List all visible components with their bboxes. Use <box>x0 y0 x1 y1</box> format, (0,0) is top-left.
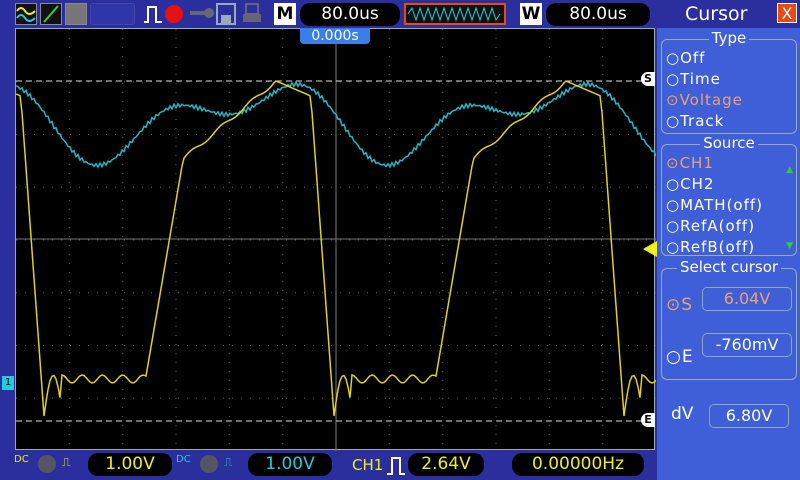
radio-icon: ⊙ <box>666 91 680 109</box>
close-button[interactable]: X <box>777 3 797 23</box>
scroll-up-icon[interactable]: ▲ <box>786 165 793 175</box>
type-option-off[interactable]: ○Off <box>662 48 796 69</box>
waveform-display[interactable] <box>15 28 657 451</box>
cursor-e-option[interactable]: ○E <box>662 347 694 368</box>
source-group: Source ⊙CH1 ○CH2 ○MATH(off) ○RefA(off) ○RefB… <box>661 134 797 258</box>
source-option-refboff[interactable]: ○RefB(off) <box>662 237 796 258</box>
timebase-label: M <box>274 3 296 25</box>
trigger-rising-icon <box>387 457 405 475</box>
trigger-level[interactable]: 2.64V <box>408 453 484 476</box>
source-label: Source <box>700 134 758 152</box>
frequency-readout: 0.00000Hz <box>512 453 644 476</box>
option-label: MATH(off) <box>680 196 764 214</box>
delta-label: dV <box>671 404 694 424</box>
radio-icon: ○ <box>666 70 681 88</box>
cursor-s-value[interactable]: 6.04V <box>702 287 792 311</box>
type-option-track[interactable]: ○Track <box>662 111 796 132</box>
window-value[interactable]: 80.0us <box>546 3 650 26</box>
cursor-e-marker[interactable]: E <box>641 413 655 427</box>
trigger-position[interactable]: 0.000s <box>300 28 370 44</box>
channel-waves-icon[interactable] <box>15 3 37 25</box>
option-label: CH1 <box>679 154 714 172</box>
trigger-source[interactable]: CH1 <box>352 456 383 474</box>
radio-icon: ○ <box>666 175 681 193</box>
record-icon[interactable] <box>165 5 183 23</box>
type-group: Type ○Off ○Time ⊙Voltage ○Track <box>661 29 797 134</box>
option-label: Voltage <box>679 91 743 109</box>
save-icon[interactable] <box>216 3 236 25</box>
ch2-wave-icon[interactable]: ⎍ <box>224 455 232 470</box>
math-line-icon[interactable] <box>40 3 62 25</box>
cursor-s-option[interactable]: ⊙S <box>662 295 693 316</box>
radio-icon: ○ <box>666 238 681 256</box>
trigger-level-marker[interactable] <box>643 241 657 257</box>
type-label: Type <box>708 29 750 47</box>
option-label: CH2 <box>680 175 715 193</box>
trigger-edge-icon[interactable] <box>142 4 164 24</box>
window-label: W <box>520 3 542 25</box>
option-label: Off <box>680 49 706 67</box>
radio-icon: ○ <box>666 49 681 67</box>
source-option-ch1[interactable]: ⊙CH1 <box>662 153 796 174</box>
select-cursor-label: Select cursor <box>676 258 782 276</box>
option-label: RefA(off) <box>680 217 756 235</box>
ch1-wave-icon[interactable]: ⎍ <box>62 455 70 470</box>
cursor-s-marker[interactable]: S <box>641 72 655 86</box>
option-label: Track <box>680 112 725 130</box>
cursor-e-value[interactable]: -760mV <box>702 333 792 357</box>
select-cursor-group: Select cursor ⊙S 6.04V ○E -760mV <box>661 258 797 380</box>
source-option-ch2[interactable]: ○CH2 <box>662 174 796 195</box>
radio-icon: ○ <box>666 196 681 214</box>
source-option-mathoff[interactable]: ○MATH(off) <box>662 195 796 216</box>
scroll-down-icon[interactable]: ▼ <box>786 241 793 251</box>
refs-icon[interactable] <box>65 3 87 25</box>
type-option-voltage[interactable]: ⊙Voltage <box>662 90 796 111</box>
ch1-scale[interactable]: 1.00V <box>88 453 172 476</box>
type-option-time[interactable]: ○Time <box>662 69 796 90</box>
ch2-scale[interactable]: 1.00V <box>248 453 332 476</box>
ch1-bw-limit-icon <box>38 455 56 473</box>
window-overview[interactable] <box>404 3 506 25</box>
source-option-refaoff[interactable]: ○RefA(off) <box>662 216 796 237</box>
option-label: RefB(off) <box>680 238 756 256</box>
ch2-bw-limit-icon <box>200 455 218 473</box>
delta-value: 6.80V <box>709 404 789 428</box>
ch1-ground-marker[interactable]: 1 <box>2 376 14 390</box>
timebase-value[interactable]: 80.0us <box>300 3 400 26</box>
blank-slot <box>90 3 135 25</box>
ch2-coupling[interactable]: DC <box>176 455 191 465</box>
radio-icon: ⊙ <box>666 154 680 172</box>
key-icon <box>190 8 214 18</box>
radio-icon: ○ <box>666 112 681 130</box>
radio-icon: ○ <box>666 217 681 235</box>
ch1-coupling[interactable]: DC <box>14 455 29 465</box>
print-icon <box>243 3 261 22</box>
option-label: Time <box>680 70 721 88</box>
cursor-panel: Cursor X Type ○Off ○Time ⊙Voltage ○Track So… <box>657 0 800 480</box>
waveform-canvas <box>15 29 657 451</box>
